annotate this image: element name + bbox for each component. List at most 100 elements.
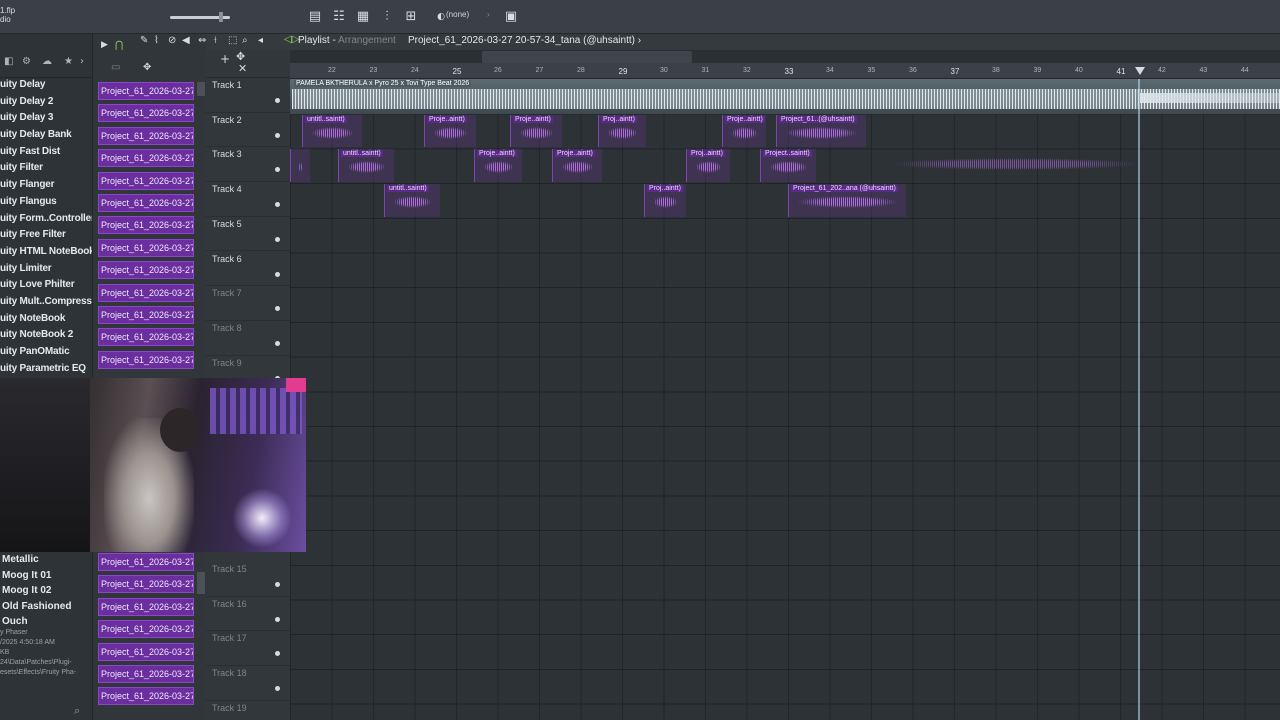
project-name[interactable]: Project_61_2026-03-27 20-57-34_tana (@uh… <box>408 35 641 46</box>
audio-clip[interactable]: Proj..aintt) <box>598 114 646 148</box>
clip-list-scrollbar-lower[interactable] <box>197 572 205 594</box>
clip-source-item[interactable]: Project_61_2026-03-27... <box>98 261 194 280</box>
track-enable-dot[interactable] <box>275 132 280 138</box>
brush-icon[interactable]: ⌇ <box>154 35 159 46</box>
browser-menu-icon[interactable]: ◧ <box>4 56 13 67</box>
playhead-marker[interactable] <box>1135 67 1145 75</box>
track-enable-dot[interactable] <box>275 271 280 277</box>
audio-clip[interactable]: untitl..saintt) <box>302 114 362 148</box>
playlist-horizontal-scrollbar[interactable] <box>482 51 692 63</box>
clip-source-item[interactable]: Project_61_2026-03-27... <box>98 171 194 190</box>
plugin-item[interactable]: uity Free Filter <box>0 227 92 244</box>
clip-source-item[interactable]: Project_61_2026-03-27... <box>98 597 194 616</box>
clip-source-item[interactable]: Project_61_2026-03-27... <box>98 82 194 100</box>
clip-source-item[interactable]: Project_61_2026-03-27... <box>98 238 194 257</box>
plugin-item[interactable]: uity Flangus <box>0 194 92 211</box>
channel-rack-icon[interactable]: ▦ <box>354 9 372 25</box>
list-view-icon[interactable]: ▭ <box>111 62 120 73</box>
play-arrow-icon[interactable]: ▶ <box>101 40 108 50</box>
pencil-icon[interactable]: ✎ <box>140 35 148 46</box>
plugin-picker-icon[interactable]: ▣ <box>502 9 520 25</box>
track-enable-dot[interactable] <box>275 167 280 173</box>
clip-source-item[interactable]: Project_61_2026-03-27... <box>98 305 194 324</box>
track-enable-dot[interactable] <box>275 686 280 692</box>
timeline-ruler[interactable]: 22 23 24 25 26 27 28 29 30 31 32 33 34 35 36 37 38 39 40 41… <box>290 63 1280 79</box>
track-row[interactable]: Track 6 <box>206 252 290 287</box>
clip-source-item[interactable]: Project_61_2026-03-27... <box>98 350 194 369</box>
clip-source-item[interactable]: Project_61_2026-03-27... <box>98 642 194 661</box>
audio-clip[interactable]: Proj..aintt) <box>644 184 686 217</box>
audio-clip[interactable]: Proj..aintt) <box>686 149 730 183</box>
audio-clip[interactable]: Project_61..(@uhsaintt) <box>776 114 866 148</box>
audio-clip[interactable]: untitl..saintt) <box>384 184 440 217</box>
track-enable-dot[interactable] <box>275 616 280 622</box>
audio-clip[interactable]: Project_61_202..ana (@uhsaintt) <box>788 184 906 217</box>
track-row[interactable]: Track 5 <box>206 217 290 252</box>
plugin-item[interactable]: uity Filter <box>0 160 92 177</box>
master-volume-handle[interactable] <box>219 12 223 22</box>
clip-source-item[interactable]: Project_61_2026-03-27... <box>98 283 194 302</box>
clip-source-item[interactable]: Project_61_2026-03-27... <box>98 553 194 571</box>
playlist-icon[interactable]: ▤ <box>306 9 324 25</box>
plugin-item[interactable]: uity Fast Dist <box>0 144 92 161</box>
browser-collapse-icon[interactable]: › <box>80 56 84 67</box>
plugin-item[interactable]: uity Delay Bank <box>0 127 92 144</box>
track-row[interactable]: Track 3 <box>206 147 290 183</box>
track-row[interactable]: Track 1 <box>206 78 290 113</box>
audio-clip[interactable]: Proje..aintt) <box>510 114 562 148</box>
browser-settings-icon[interactable]: ⚙ <box>22 56 31 67</box>
star-icon[interactable]: ★ <box>64 56 73 67</box>
track-enable-dot[interactable] <box>275 98 280 103</box>
clip-source-item[interactable]: Project_61_2026-03-27... <box>98 104 194 123</box>
audio-clip[interactable]: Proje..aintt) <box>552 149 602 183</box>
plugin-item[interactable]: Moog It 02 <box>0 583 92 599</box>
piano-roll-icon[interactable]: ☷ <box>330 9 348 25</box>
plugin-item[interactable]: Old Fashioned <box>0 599 92 615</box>
track-enable-dot[interactable] <box>275 202 280 208</box>
plugin-item[interactable]: uity Parametric EQ <box>0 361 92 378</box>
plugin-item[interactable]: uity Delay 2 <box>0 94 92 111</box>
plugin-item[interactable]: uity NoteBook 2 <box>0 327 92 344</box>
move-icon[interactable]: ✥ <box>143 62 151 73</box>
add-track-icon[interactable]: + <box>220 52 230 66</box>
plugin-item[interactable]: Moog It 01 <box>0 568 92 584</box>
plugin-item[interactable]: uity Delay <box>0 77 92 94</box>
audio-clip[interactable]: Project..saintt) <box>760 149 816 183</box>
search-icon[interactable]: ⌕ <box>74 704 80 718</box>
plugin-item[interactable]: uity Love Philter <box>0 277 92 294</box>
select-icon[interactable]: ⬚ <box>228 35 237 46</box>
cloud-icon[interactable]: ☁ <box>42 56 52 67</box>
track-enable-dot[interactable] <box>275 651 280 657</box>
close-icon[interactable]: ✕ <box>238 62 247 75</box>
audio-clip[interactable] <box>290 149 310 183</box>
audio-clip[interactable]: Proje..aintt) <box>424 114 476 148</box>
track-enable-dot[interactable] <box>275 340 280 346</box>
pattern-selector[interactable]: (none) <box>446 10 469 19</box>
track-enable-dot[interactable] <box>275 236 280 242</box>
mixer-icon[interactable]: ⫶ <box>378 9 396 25</box>
slip-icon[interactable]: ⇔ <box>198 35 206 46</box>
track-row[interactable]: Track 8 <box>206 321 290 356</box>
magnet-icon[interactable]: ⋂ <box>115 40 123 51</box>
clip-source-item[interactable]: Project_61_2026-03-27... <box>98 216 194 235</box>
plugin-item[interactable]: uity NoteBook <box>0 311 92 328</box>
delete-icon[interactable]: ⊘ <box>168 35 176 46</box>
mute-icon[interactable]: ◀ <box>182 35 190 46</box>
audio-clip[interactable]: Proje..aintt) <box>722 114 766 148</box>
browser-icon[interactable]: ⊞ <box>402 9 420 25</box>
beat-audio-clip[interactable]: PAMELA BKTHERULA x Pyro 25 x Tovi Type B… <box>290 79 1280 114</box>
track-enable-dot[interactable] <box>275 306 280 312</box>
clip-source-item[interactable]: Project_61_2026-03-27... <box>98 149 194 168</box>
track-row[interactable]: Track 18 <box>206 666 290 701</box>
clip-source-item[interactable]: Project_61_2026-03-27... <box>98 664 194 683</box>
slice-icon[interactable]: ⟊ <box>214 35 217 46</box>
clip-list-scrollbar[interactable] <box>197 82 205 96</box>
track-row[interactable]: Track 16 <box>206 597 290 632</box>
clip-source-item[interactable]: Project_61_2026-03-27... <box>98 328 194 347</box>
plugin-item[interactable]: uity PanOMatic <box>0 344 92 361</box>
zoom-icon[interactable]: ⌕ <box>242 35 248 46</box>
plugin-item[interactable]: uity Mult..Compressor <box>0 294 92 311</box>
track-row[interactable]: Track 17 <box>206 631 290 667</box>
clip-source-item[interactable]: Project_61_2026-03-27... <box>98 193 194 212</box>
plugin-item[interactable]: uity Form..Controller <box>0 211 92 228</box>
